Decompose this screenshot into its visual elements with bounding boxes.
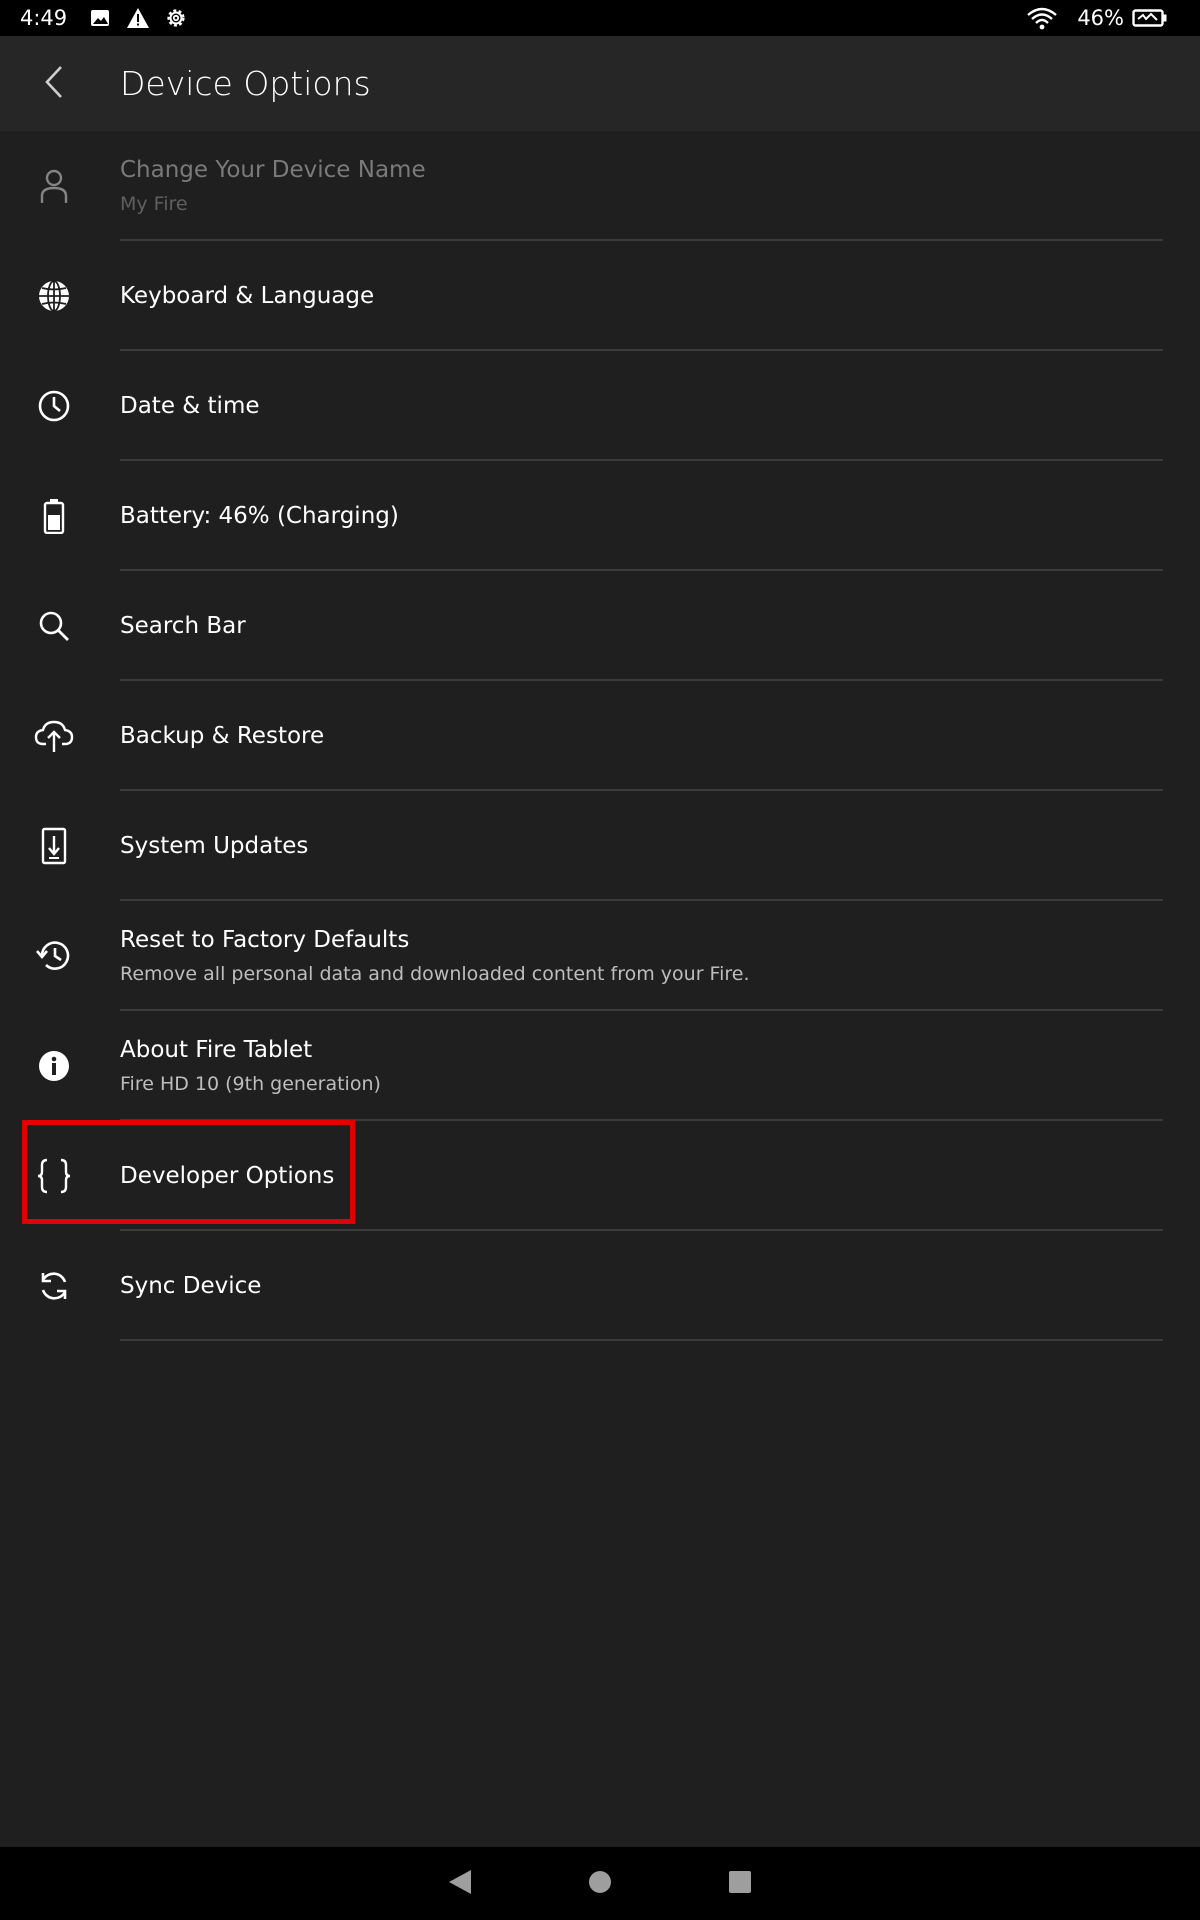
list-item-change-device-name[interactable]: Change Your Device Name My Fire [0, 131, 1200, 241]
nav-home-button[interactable] [570, 1854, 630, 1914]
list-item-sync-device[interactable]: Sync Device [0, 1231, 1200, 1341]
nav-recents-button[interactable] [710, 1854, 770, 1914]
nav-home-icon [588, 1870, 612, 1898]
item-subtitle: Remove all personal data and downloaded … [120, 963, 750, 985]
divider [120, 1339, 1163, 1341]
item-label: Keyboard & Language [120, 283, 375, 309]
list-item-backup-restore[interactable]: Backup & Restore [0, 681, 1200, 791]
nav-recents-icon [728, 1870, 752, 1898]
sync-icon [30, 1267, 78, 1305]
back-button[interactable] [28, 58, 80, 110]
item-label: Search Bar [120, 613, 246, 639]
item-subtitle: My Fire [120, 193, 188, 215]
list-item-factory-reset[interactable]: Reset to Factory Defaults Remove all per… [0, 901, 1200, 1011]
navigation-bar [0, 1847, 1200, 1920]
nav-back-button[interactable] [430, 1854, 490, 1914]
settings-icon [163, 5, 189, 31]
item-label: Date & time [120, 393, 260, 419]
status-right: 46% [1025, 5, 1180, 31]
image-icon [87, 5, 113, 31]
item-subtitle: Fire HD 10 (9th generation) [120, 1073, 381, 1095]
item-label: Reset to Factory Defaults [120, 927, 410, 953]
page-title: Device Options [120, 64, 371, 103]
device-options-list: Change Your Device Name My Fire Keyboard… [0, 131, 1200, 1341]
list-item-system-updates[interactable]: System Updates [0, 791, 1200, 901]
item-label: Developer Options [120, 1163, 335, 1189]
battery-icon [30, 497, 78, 535]
list-item-search-bar[interactable]: Search Bar [0, 571, 1200, 681]
item-label: Sync Device [120, 1273, 262, 1299]
item-label: Backup & Restore [120, 723, 325, 749]
list-item-battery[interactable]: Battery: 46% (Charging) [0, 461, 1200, 571]
history-icon [30, 937, 78, 975]
app-bar: Device Options [0, 36, 1200, 131]
battery-percent: 46% [1077, 6, 1124, 30]
info-icon [30, 1047, 78, 1085]
globe-icon [30, 277, 78, 315]
battery-charging-icon [1132, 5, 1168, 31]
curly-braces-icon [30, 1157, 78, 1195]
status-bar: 4:49 46% [0, 0, 1200, 36]
wifi-icon [1025, 5, 1059, 31]
item-label: Battery: 46% (Charging) [120, 503, 399, 529]
item-label: Change Your Device Name [120, 157, 426, 183]
warning-icon [125, 5, 151, 31]
cloud-upload-icon [30, 717, 78, 755]
system-update-icon [30, 827, 78, 865]
back-arrow-icon [41, 64, 67, 104]
list-item-date-time[interactable]: Date & time [0, 351, 1200, 461]
person-icon [30, 167, 78, 205]
list-item-developer-options[interactable]: Developer Options [0, 1121, 1200, 1231]
item-label: About Fire Tablet [120, 1037, 313, 1063]
clock-icon [30, 387, 78, 425]
search-icon [30, 607, 78, 645]
list-item-keyboard-language[interactable]: Keyboard & Language [0, 241, 1200, 351]
list-item-about-fire-tablet[interactable]: About Fire Tablet Fire HD 10 (9th genera… [0, 1011, 1200, 1121]
item-label: System Updates [120, 833, 309, 859]
status-time: 4:49 [20, 6, 68, 30]
nav-back-icon [447, 1868, 473, 1900]
device-options-screen: 4:49 46% Device Options Change Your Devi… [0, 0, 1200, 1920]
